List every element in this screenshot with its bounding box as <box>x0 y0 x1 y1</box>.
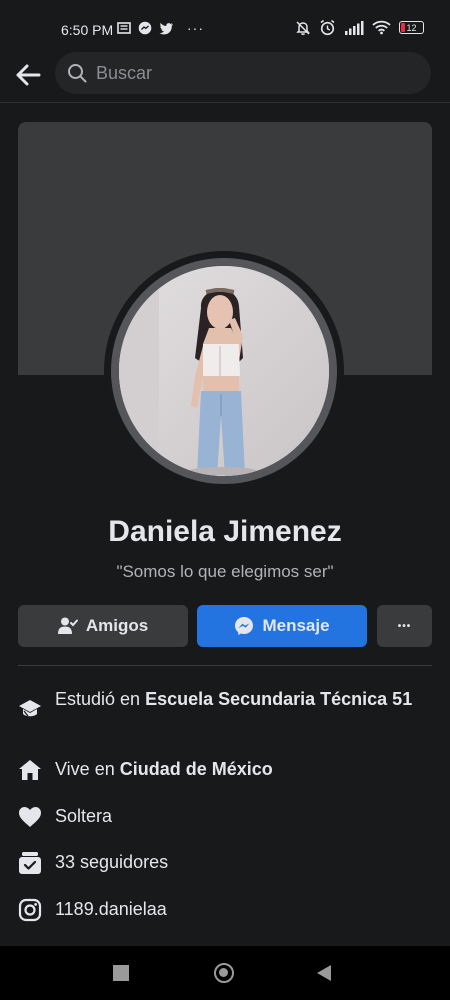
search-bar: Buscar <box>0 50 450 102</box>
home-icon <box>19 760 41 780</box>
search-input[interactable]: Buscar <box>55 52 431 94</box>
twitter-icon <box>159 22 173 34</box>
followers-count: 33 seguidores <box>55 852 169 872</box>
friends-button-label: Amigos <box>85 616 149 635</box>
instagram-handle: 1189.danielaa <box>55 899 167 919</box>
status-time: 6:50 PM <box>61 22 114 38</box>
info-education-text: Estudió en Escuela Secundaria Técnica 51 <box>55 688 415 710</box>
avatar-border <box>111 258 337 484</box>
more-dots-icon: ••• <box>397 620 412 632</box>
profile-name: Daniela Jimenez <box>108 515 342 548</box>
back-button[interactable] <box>13 60 43 90</box>
news-icon <box>117 22 131 34</box>
search-placeholder: Buscar <box>96 63 153 83</box>
profile-bio: "Somos lo que elegimos ser" <box>116 562 334 581</box>
residence-place[interactable]: Ciudad de México <box>120 759 273 779</box>
graduation-cap-icon <box>19 700 41 719</box>
battery-level <box>401 23 405 32</box>
header-divider <box>0 102 450 103</box>
relationship-status: Soltera <box>55 806 113 826</box>
education-prefix: Estudió en <box>55 689 146 709</box>
arrow-left-icon <box>16 64 41 86</box>
more-notifications-icon: ··· <box>187 20 204 36</box>
search-icon <box>68 64 87 83</box>
battery-icon: 12 <box>399 21 424 34</box>
status-system-icons: 12 <box>295 19 424 36</box>
status-notification-icons: ··· <box>117 20 204 36</box>
system-nav-bar <box>0 946 450 1000</box>
more-options-button[interactable]: ••• <box>377 605 432 647</box>
messenger-status-icon <box>138 21 152 35</box>
heart-icon <box>19 807 41 827</box>
education-place[interactable]: Escuela Secundaria Técnica 51 <box>145 689 412 709</box>
nav-back-button[interactable] <box>316 964 332 982</box>
battery-percent: 12 <box>406 23 417 33</box>
signal-icon <box>345 20 364 35</box>
friends-button[interactable]: Amigos <box>18 605 188 647</box>
home-button[interactable] <box>214 963 234 983</box>
profile-actions: Amigos Mensaje ••• <box>18 605 432 647</box>
message-button[interactable]: Mensaje <box>197 605 367 647</box>
message-button-label: Mensaje <box>262 616 330 635</box>
info-residence-text: Vive en Ciudad de México <box>55 758 415 780</box>
wifi-icon <box>372 20 391 35</box>
residence-prefix: Vive en <box>55 759 120 779</box>
bell-muted-icon <box>296 20 310 35</box>
messenger-icon <box>235 617 254 635</box>
friend-check-icon <box>57 617 78 634</box>
avatar-photo <box>119 266 329 476</box>
section-divider <box>18 665 432 666</box>
profile-picture[interactable] <box>104 251 344 491</box>
recents-button[interactable] <box>113 965 129 981</box>
followers-icon <box>19 852 41 874</box>
instagram-icon <box>18 898 42 922</box>
avatar-image <box>119 266 329 476</box>
alarm-icon <box>320 19 335 36</box>
